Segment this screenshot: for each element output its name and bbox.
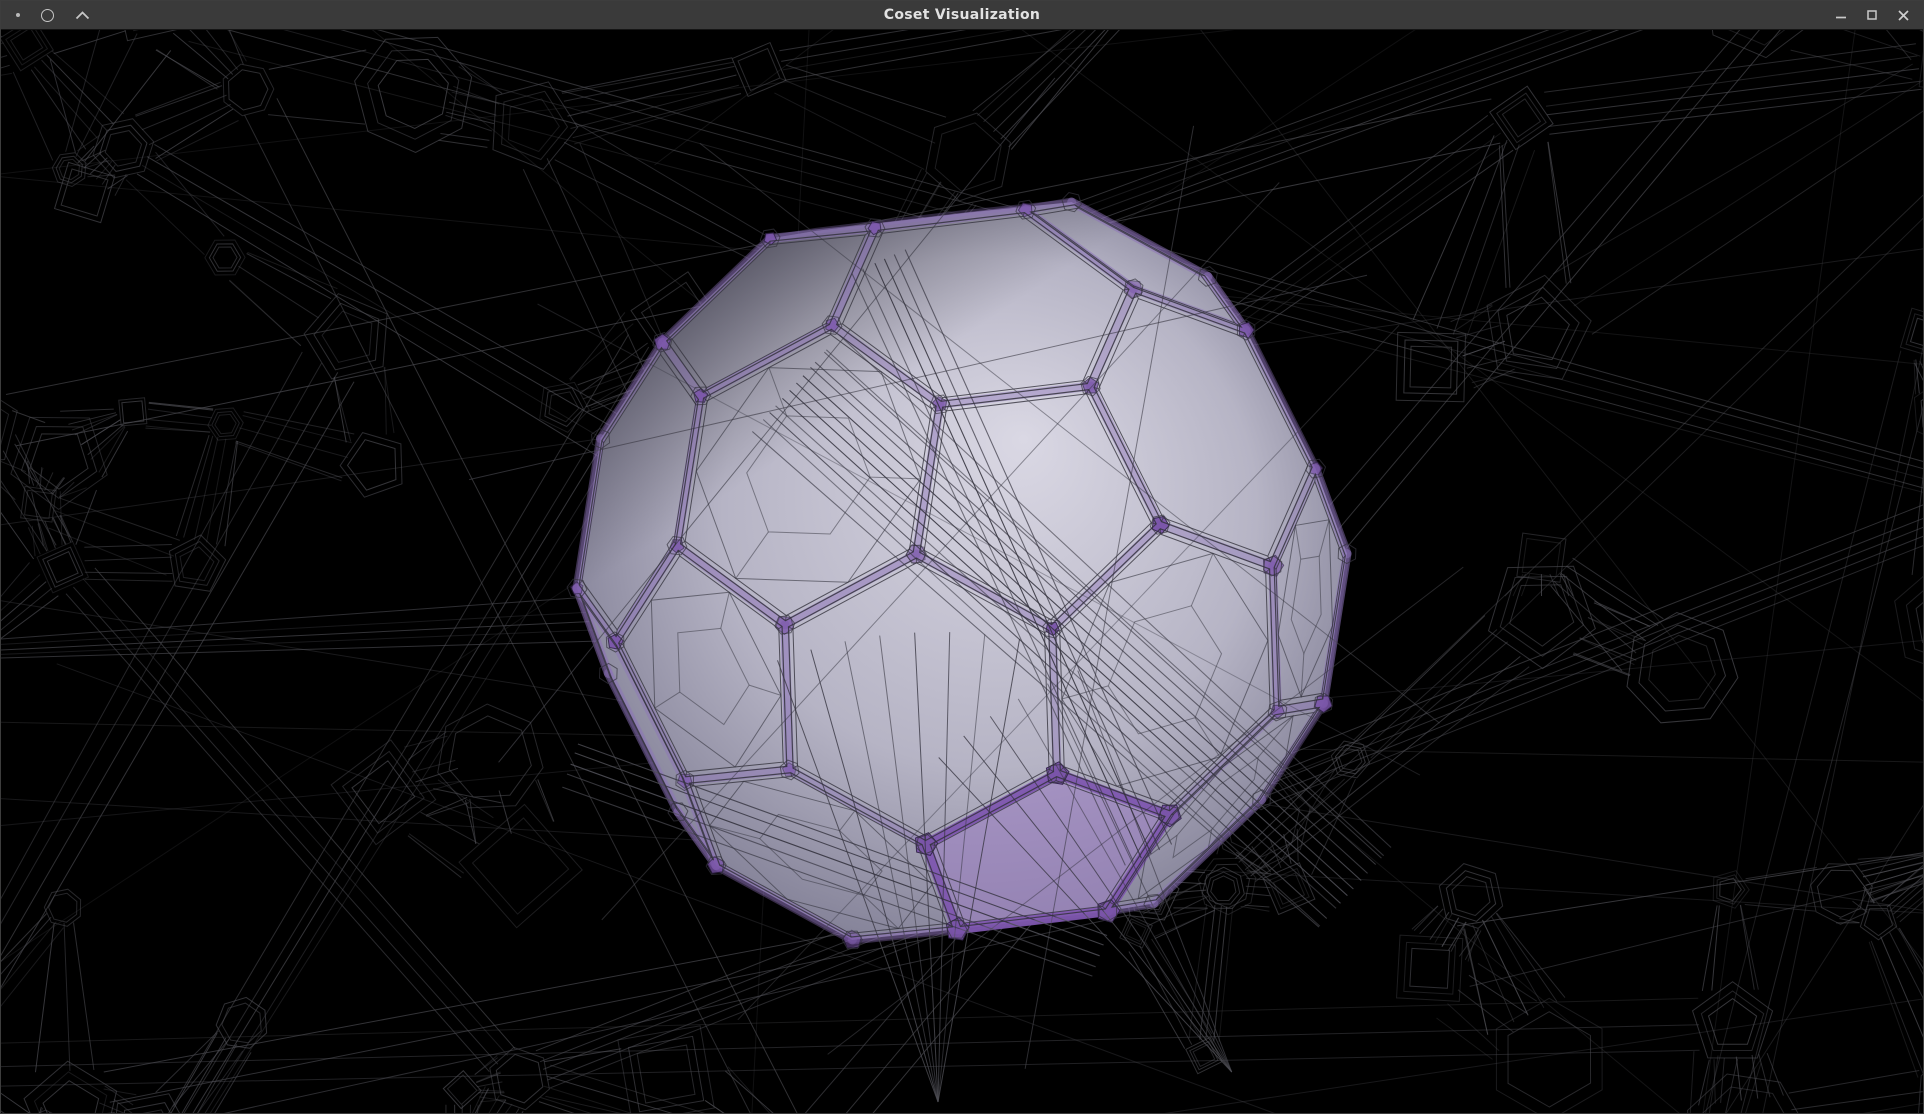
window-controls — [1835, 1, 1923, 29]
record-circle-icon[interactable] — [41, 9, 54, 22]
app-window: Coset Visualization — [0, 0, 1924, 1114]
menu-dot-icon[interactable] — [16, 13, 20, 17]
coset-sphere — [567, 193, 1356, 949]
maximize-button[interactable] — [1866, 9, 1878, 21]
close-button[interactable] — [1897, 9, 1910, 22]
3d-viewport[interactable] — [1, 30, 1923, 1113]
chevron-up-icon[interactable] — [75, 11, 90, 20]
window-title: Coset Visualization — [1, 1, 1923, 29]
coset-graph-canvas — [1, 30, 1923, 1113]
titlebar-left-icons — [1, 1, 90, 29]
minimize-button[interactable] — [1835, 9, 1847, 21]
titlebar: Coset Visualization — [1, 1, 1923, 30]
